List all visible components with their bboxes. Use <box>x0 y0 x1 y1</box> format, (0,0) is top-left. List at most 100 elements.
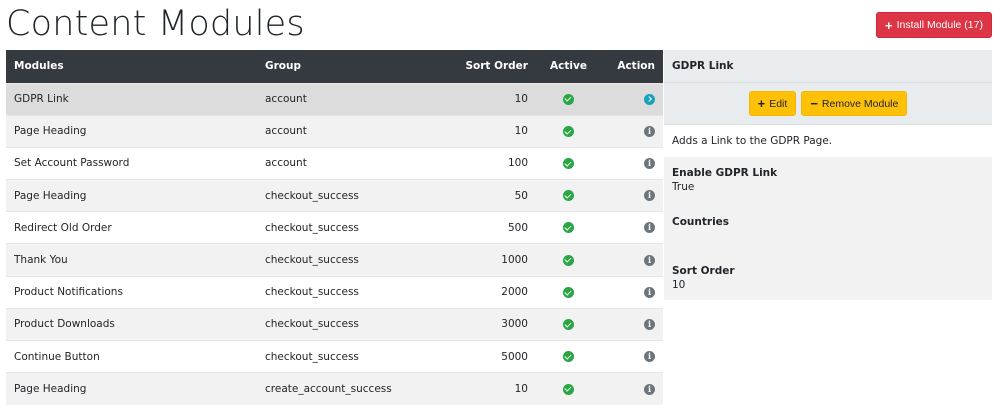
module-sort-order: 500 <box>426 211 536 244</box>
module-sort-order: 2000 <box>426 275 536 309</box>
module-action-cell: i <box>601 179 663 212</box>
info-icon[interactable]: i <box>644 222 655 234</box>
check-circle-icon <box>563 351 574 363</box>
table-row[interactable]: Product Downloads checkout_success 3000 i <box>6 307 663 341</box>
header-modules[interactable]: Modules <box>6 50 257 83</box>
module-name: Page Heading <box>6 114 257 148</box>
header-active[interactable]: Active <box>536 50 601 83</box>
module-group: checkout_success <box>257 307 426 341</box>
module-name: GDPR Link <box>6 82 257 116</box>
module-sort-order: 10 <box>426 82 536 116</box>
module-group: account <box>257 82 426 116</box>
field-label-enable-gdpr-link: Enable GDPR Link <box>672 167 778 179</box>
panel-title: GDPR Link <box>664 50 992 83</box>
table-row[interactable]: Page Heading account 10 i <box>6 114 663 148</box>
remove-module-button[interactable]: − Remove Module <box>801 91 908 116</box>
info-icon[interactable]: i <box>644 351 655 363</box>
check-circle-icon <box>563 286 574 298</box>
install-module-button[interactable]: + Install Module (17) <box>876 12 992 38</box>
page-title: Content Modules <box>6 4 305 44</box>
module-action-cell: i <box>601 146 663 180</box>
module-action-cell: i <box>601 211 663 244</box>
module-name: Page Heading <box>6 179 257 212</box>
table-row[interactable]: Page Heading checkout_success 50 i <box>6 179 663 212</box>
header-sort-order[interactable]: Sort Order <box>426 50 536 83</box>
minus-icon: − <box>810 96 818 111</box>
module-name: Set Account Password <box>6 146 257 180</box>
module-name: Redirect Old Order <box>6 211 257 244</box>
module-active-cell <box>536 146 601 180</box>
table-header-row: Modules Group Sort Order Active Action <box>6 50 663 83</box>
info-icon[interactable]: i <box>644 383 655 395</box>
check-circle-icon <box>563 190 574 202</box>
info-icon[interactable]: i <box>644 286 655 298</box>
check-circle-icon <box>563 383 574 395</box>
module-sort-order: 10 <box>426 114 536 148</box>
table-row[interactable]: Product Notifications checkout_success 200… <box>6 275 663 309</box>
info-icon[interactable]: i <box>644 125 655 137</box>
header-group[interactable]: Group <box>257 50 426 83</box>
info-icon[interactable]: i <box>644 318 655 330</box>
table-row[interactable]: Continue Button checkout_success 5000 i <box>6 339 663 373</box>
field-value-sort-order: 10 <box>672 279 686 291</box>
panel-description: Adds a Link to the GDPR Page. <box>664 125 992 157</box>
module-active-cell <box>536 339 601 373</box>
module-action-cell: i <box>601 114 663 148</box>
info-icon[interactable]: i <box>644 157 655 169</box>
module-action-cell <box>601 82 663 116</box>
module-active-cell <box>536 307 601 341</box>
module-sort-order: 10 <box>426 372 536 405</box>
plus-icon: + <box>757 96 766 111</box>
module-sort-order: 50 <box>426 179 536 212</box>
remove-module-label: Remove Module <box>821 97 899 110</box>
field-value-countries <box>672 230 984 243</box>
module-sort-order: 5000 <box>426 339 536 373</box>
module-active-cell <box>536 243 601 277</box>
module-active-cell <box>536 372 601 405</box>
install-module-label: Install Module (17) <box>896 19 983 31</box>
info-icon[interactable]: i <box>644 254 655 266</box>
header-action: Action <box>601 50 663 83</box>
info-icon[interactable]: i <box>644 190 655 202</box>
module-action-cell: i <box>601 275 663 309</box>
table-row[interactable]: Redirect Old Order checkout_success 500 i <box>6 211 663 244</box>
table-row[interactable]: GDPR Link account 10 <box>6 82 663 116</box>
module-active-cell <box>536 179 601 212</box>
module-group: checkout_success <box>257 243 426 277</box>
module-name: Page Heading <box>6 372 257 405</box>
module-group: checkout_success <box>257 179 426 212</box>
field-value-enable-gdpr-link: True <box>672 181 695 193</box>
module-active-cell <box>536 114 601 148</box>
module-group: create_account_success <box>257 372 426 405</box>
module-action-cell: i <box>601 307 663 341</box>
arrow-right-icon[interactable] <box>644 93 655 105</box>
module-action-cell: i <box>601 243 663 277</box>
module-active-cell <box>536 211 601 244</box>
table-row[interactable]: Set Account Password account 100 i <box>6 146 663 180</box>
plus-icon: + <box>885 17 893 33</box>
module-sort-order: 100 <box>426 146 536 180</box>
modules-table: Modules Group Sort Order Active Action G… <box>6 50 663 405</box>
edit-button[interactable]: + Edit <box>748 91 797 116</box>
check-circle-icon <box>563 222 574 234</box>
module-group: account <box>257 146 426 180</box>
module-action-cell: i <box>601 339 663 373</box>
table-row[interactable]: Page Heading create_account_success 10 i <box>6 372 663 405</box>
table-row[interactable]: Thank You checkout_success 1000 i <box>6 243 663 277</box>
field-label-countries: Countries <box>672 216 730 228</box>
module-group: checkout_success <box>257 211 426 244</box>
check-circle-icon <box>563 125 574 137</box>
edit-label: Edit <box>769 97 788 110</box>
check-circle-icon <box>563 318 574 330</box>
check-circle-icon <box>563 157 574 169</box>
panel-actions: + Edit − Remove Module <box>664 83 992 125</box>
module-name: Product Notifications <box>6 275 257 309</box>
module-detail-panel: GDPR Link + Edit − Remove Module Adds a … <box>664 50 992 300</box>
module-active-cell <box>536 82 601 116</box>
module-name: Continue Button <box>6 339 257 373</box>
modules-table-body: GDPR Link account 10 Page Heading account 10 i… <box>6 82 663 405</box>
module-group: checkout_success <box>257 339 426 373</box>
module-action-cell: i <box>601 372 663 405</box>
module-group: account <box>257 114 426 148</box>
module-name: Thank You <box>6 243 257 277</box>
